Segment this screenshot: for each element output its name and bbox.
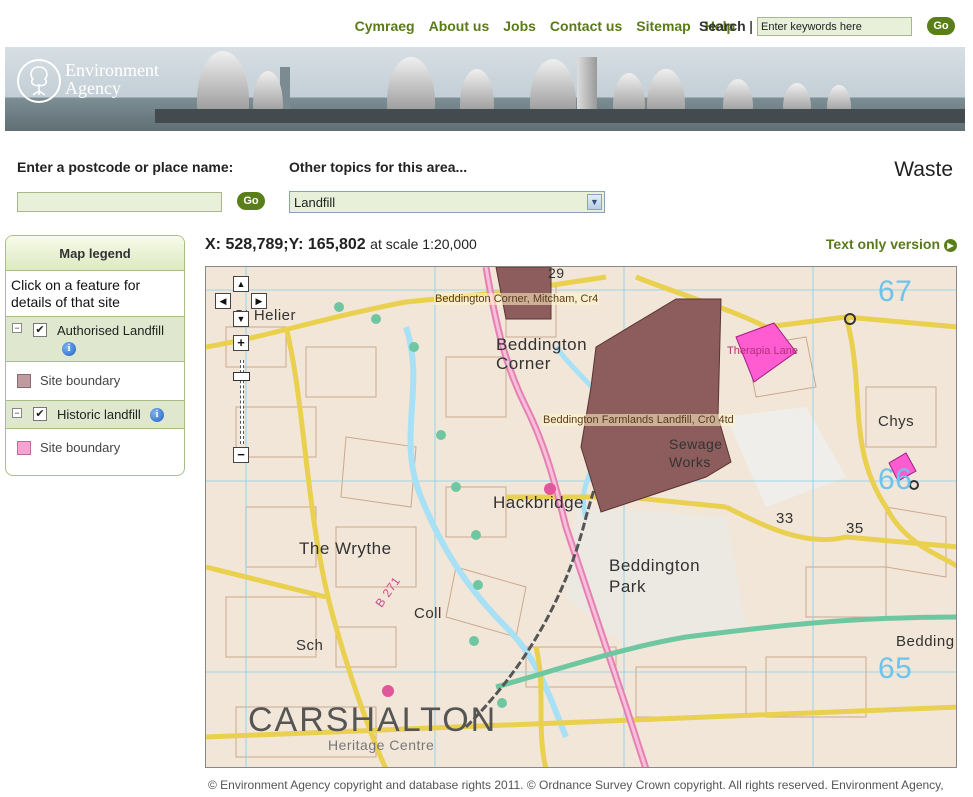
- pan-left-button[interactable]: ◀: [215, 293, 231, 309]
- place-name: The Wrythe: [299, 539, 392, 558]
- map-view[interactable]: Beddington Corner, Mitcham, Cr4 Beddingt…: [205, 266, 957, 768]
- place-name: Beddington Corner: [496, 335, 588, 373]
- banner-tower: [577, 57, 597, 115]
- grid-number: 29: [548, 266, 565, 281]
- text-only-label: Text only version: [825, 236, 940, 252]
- copyright-footer: © Environment Agency copyright and datab…: [208, 778, 944, 792]
- search-input[interactable]: [757, 17, 912, 36]
- place-name: Beddington Park: [609, 556, 701, 596]
- legend-item-label: Site boundary: [40, 440, 121, 455]
- swatch-authorised: [17, 374, 31, 388]
- logo-line-2: Agency: [65, 78, 121, 98]
- nav-link-jobs[interactable]: Jobs: [503, 18, 536, 34]
- collapse-toggle[interactable]: −: [12, 408, 22, 418]
- place-name: Hackbridge: [493, 493, 584, 512]
- grid-number: 33: [776, 510, 794, 527]
- grid-number: 65: [878, 652, 913, 685]
- map-scale: at scale 1:20,000: [370, 236, 477, 252]
- legend-hint: Click on a feature for details of that s…: [6, 271, 184, 317]
- text-only-link[interactable]: Text only version ▶: [826, 236, 957, 252]
- postcode-input[interactable]: [17, 192, 222, 212]
- search-label: Search: [699, 18, 746, 34]
- legend-group-label: Authorised Landfill: [57, 323, 164, 338]
- pan-right-button[interactable]: ▶: [251, 293, 267, 309]
- pan-down-button[interactable]: ▼: [233, 311, 249, 327]
- nav-link-contact-us[interactable]: Contact us: [550, 18, 622, 34]
- zoom-in-button[interactable]: +: [233, 335, 249, 351]
- map-coordinates: X: 528,789;Y: 165,802 at scale 1:20,000: [205, 236, 477, 254]
- pan-up-button[interactable]: ▲: [233, 276, 249, 292]
- topics-label: Other topics for this area...: [289, 159, 468, 175]
- place-name: Coll: [414, 605, 442, 622]
- arrow-right-icon: ▶: [944, 239, 957, 252]
- nav-link-about-us[interactable]: About us: [429, 18, 490, 34]
- place-name: Sewage Works: [669, 436, 723, 470]
- place-name: Bedding: [896, 633, 955, 650]
- swatch-historic: [17, 441, 31, 455]
- nav-separator: |: [749, 18, 753, 34]
- collapse-toggle[interactable]: −: [12, 323, 22, 333]
- search-go-button[interactable]: Go: [927, 17, 955, 35]
- place-name: Heritage Centre: [328, 737, 435, 753]
- zoom-out-button[interactable]: −: [233, 447, 249, 463]
- historic-landfill-checkbox[interactable]: ✔: [33, 407, 47, 421]
- place-name: Chys: [878, 413, 915, 430]
- map-feature-label[interactable]: Beddington Corner, Mitcham, Cr4: [434, 293, 600, 305]
- legend-item-label: Site boundary: [40, 373, 121, 388]
- zoom-slider-handle[interactable]: [233, 372, 250, 381]
- coordinate-readout: X: 528,789;Y: 165,802: [205, 236, 366, 253]
- legend-title: Map legend: [6, 236, 184, 271]
- legend-group-label: Historic landfill: [57, 407, 141, 422]
- place-name: Sch: [296, 637, 324, 654]
- info-icon[interactable]: i: [62, 342, 76, 356]
- tree-logo-icon: [30, 66, 48, 96]
- postcode-label: Enter a postcode or place name:: [17, 159, 234, 175]
- topics-select[interactable]: Landfill ▼: [289, 191, 605, 213]
- grid-number: 66: [878, 463, 913, 496]
- logo-wordmark: Environment Agency: [65, 61, 159, 97]
- info-icon[interactable]: i: [150, 408, 164, 422]
- chevron-down-icon[interactable]: ▼: [587, 194, 602, 210]
- topics-selected-value: Landfill: [294, 195, 336, 210]
- legend-item-authorised-site-boundary[interactable]: Site boundary: [6, 362, 184, 401]
- postcode-go-button[interactable]: Go: [237, 192, 265, 210]
- top-navigation: Cymraeg About us Jobs Contact us Sitemap…: [0, 15, 973, 39]
- legend-item-historic-site-boundary[interactable]: Site boundary: [6, 429, 184, 468]
- map-legend: Map legend Click on a feature for detail…: [5, 235, 185, 476]
- header-banner: Environment Agency: [5, 47, 965, 131]
- banner-barrier-pier: [155, 109, 965, 123]
- place-name: CARSHALTON: [248, 701, 498, 739]
- top-links: Cymraeg About us Jobs Contact us Sitemap…: [341, 18, 753, 34]
- logo-line-1: Environment: [65, 60, 159, 80]
- page-title: Waste: [894, 158, 953, 181]
- map-feature-label[interactable]: Beddington Farmlands Landfill, Cr0 4td: [542, 414, 735, 426]
- nav-link-sitemap[interactable]: Sitemap: [636, 18, 690, 34]
- legend-group-authorised: − ✔ Authorised Landfill i: [6, 317, 184, 362]
- map-feature-label[interactable]: Therapia Lane: [726, 345, 799, 357]
- grid-number: 35: [846, 520, 864, 537]
- legend-group-historic: − ✔ Historic landfill i: [6, 401, 184, 429]
- grid-number: 67: [878, 275, 913, 308]
- nav-link-cymraeg[interactable]: Cymraeg: [355, 18, 415, 34]
- authorised-landfill-checkbox[interactable]: ✔: [33, 323, 47, 337]
